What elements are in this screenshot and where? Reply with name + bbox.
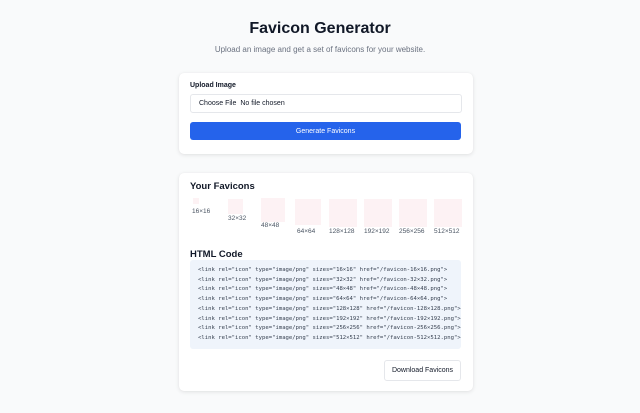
favicon-preview [399, 199, 427, 227]
code-line: <link rel="icon" type="image/png" sizes=… [198, 325, 461, 332]
code-line: <link rel="icon" type="image/png" sizes=… [198, 276, 448, 283]
file-status: No file chosen [240, 100, 285, 107]
code-line: <link rel="icon" type="image/png" sizes=… [198, 286, 448, 293]
download-favicons-button[interactable]: Download Favicons [384, 360, 461, 381]
code-line: <link rel="icon" type="image/png" sizes=… [198, 267, 448, 273]
html-code-heading: HTML Code [190, 249, 243, 260]
code-line: <link rel="icon" type="image/png" sizes=… [198, 305, 461, 312]
favicon-size-label: 192×192 [364, 228, 390, 235]
results-card: Your Favicons 16×16 32×32 48×48 64×64 128×12… [179, 173, 473, 391]
upload-label: Upload Image [190, 82, 236, 89]
choose-file-button[interactable]: Choose File [199, 100, 236, 107]
favicon-size-label: 32×32 [228, 215, 247, 222]
upload-card: Upload Image Choose File No file chosen … [179, 73, 473, 154]
favicon-size-label: 16×16 [192, 208, 211, 215]
code-line: <link rel="icon" type="image/png" sizes=… [198, 315, 461, 322]
favicon-size-label: 256×256 [399, 228, 425, 235]
favicon-preview [228, 199, 243, 214]
file-input[interactable]: Choose File No file chosen [190, 94, 462, 113]
html-code-block: <link rel="icon" type="image/png" sizes=… [190, 260, 461, 349]
code-line: <link rel="icon" type="image/png" sizes=… [198, 296, 448, 303]
favicon-preview [364, 199, 392, 227]
favicon-preview [295, 199, 321, 225]
page-title: Favicon Generator [249, 20, 391, 37]
favicon-preview [434, 199, 462, 227]
favicons-heading: Your Favicons [190, 181, 255, 192]
favicon-preview [261, 198, 285, 222]
favicon-size-label: 512×512 [434, 228, 460, 235]
favicon-size-label: 64×64 [297, 228, 316, 235]
favicon-preview [329, 199, 357, 227]
code-line: <link rel="icon" type="image/png" sizes=… [198, 334, 461, 341]
favicon-preview [193, 198, 199, 204]
favicon-size-label: 48×48 [261, 222, 280, 229]
generate-favicons-button[interactable]: Generate Favicons [190, 122, 461, 140]
page-subtitle: Upload an image and get a set of favicon… [214, 45, 426, 54]
favicon-size-label: 128×128 [329, 228, 355, 235]
